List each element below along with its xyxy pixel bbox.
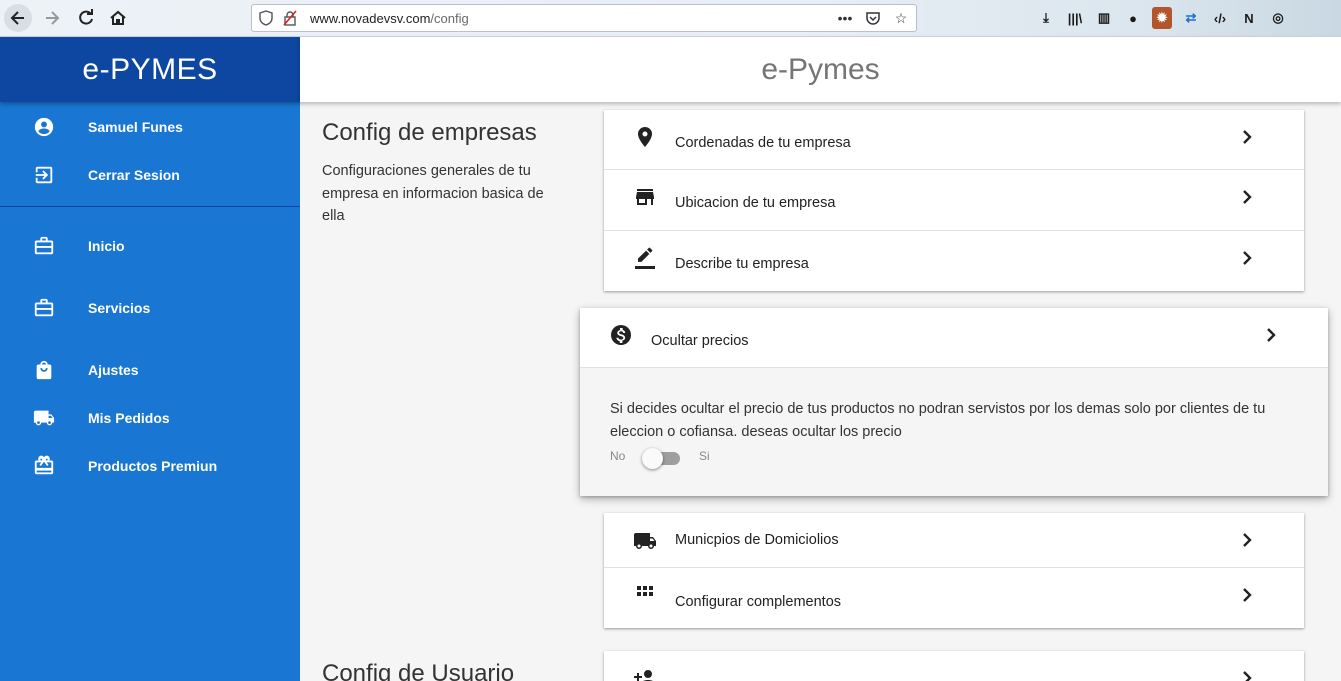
sidebar-item-label: Inicio	[88, 238, 125, 254]
download-icon[interactable]: ⤓	[1036, 7, 1056, 29]
arrow-right-icon	[46, 11, 60, 25]
sidebar-item-inicio[interactable]: Inicio	[0, 226, 300, 266]
insecure-lock-icon[interactable]	[282, 10, 298, 26]
sidebar-divider	[0, 206, 300, 207]
grid-icon	[632, 581, 658, 607]
chevron-right-icon	[1240, 671, 1254, 681]
sidebar-item-label: Productos Premiun	[88, 458, 218, 474]
list-item-describe[interactable]: Describe tu empresa	[604, 231, 1304, 291]
user-section-title: Config de Usuario	[322, 660, 515, 681]
company-settings-card: Cordenadas de tu empresa Ubicacion de tu…	[604, 110, 1304, 291]
library-icon[interactable]: |||\	[1065, 7, 1085, 29]
sidebar-item-label: Samuel Funes	[88, 119, 183, 135]
account-icon[interactable]: ●	[1123, 7, 1143, 29]
company-section-title: Config de empresas	[322, 119, 537, 146]
extension-icon[interactable]: ✹	[1152, 7, 1172, 29]
reload-button[interactable]	[72, 4, 100, 32]
list-item-complementos[interactable]: Configurar complementos	[604, 568, 1304, 628]
page-title: e-Pymes	[761, 52, 880, 86]
sidebar-header: e-PYMES	[0, 37, 300, 102]
url-text[interactable]: www.novadevsv.com/config	[310, 11, 469, 26]
sidebar-item-ajustes[interactable]: Ajustes	[0, 350, 300, 390]
list-item-label: Municpios de Domiciolios	[675, 532, 839, 548]
chevron-right-icon	[1240, 588, 1254, 602]
list-item-label: Ubicacion de tu empresa	[675, 195, 836, 211]
account-circle-icon	[32, 115, 56, 139]
brand-logo-text: e-PYMES	[82, 52, 218, 86]
shield-icon[interactable]	[258, 10, 274, 26]
truck-icon	[632, 528, 658, 554]
list-item-label: Describe tu empresa	[675, 256, 809, 272]
hide-prices-panel: Ocultar precios Si decides ocultar el pr…	[580, 308, 1328, 496]
dollar-circle-icon	[608, 322, 634, 348]
address-bar[interactable]: www.novadevsv.com/config ••• ☆	[251, 4, 917, 32]
sidebar-item-label: Ajustes	[88, 362, 139, 378]
translate-icon[interactable]: ⇄	[1181, 7, 1201, 29]
company-section-description: Configuraciones generales de tu empresa …	[322, 163, 544, 224]
list-item-municipios[interactable]: Municpios de Domiciolios	[604, 513, 1304, 568]
sidebar-item-label: Mis Pedidos	[88, 410, 170, 426]
forward-button[interactable]	[38, 4, 66, 32]
sidebar-item-productos-premiun[interactable]: Productos Premiun	[0, 446, 300, 486]
logout-icon	[32, 163, 56, 187]
edit-pencil-icon	[632, 245, 658, 271]
bookmark-star-icon[interactable]: ☆	[892, 9, 910, 27]
hide-prices-toggle-row: No Si	[610, 448, 810, 469]
sidebar-item-logout[interactable]: Cerrar Sesion	[0, 155, 300, 195]
list-item-label: Cordenadas de tu empresa	[675, 135, 851, 151]
browser-toolbar: www.novadevsv.com/config ••• ☆ ⤓ |||\ ▥ …	[0, 0, 1341, 37]
url-path: /config	[430, 11, 469, 26]
notion-icon[interactable]: N	[1239, 7, 1259, 29]
toggle-off-label: No	[610, 449, 626, 463]
sidebar: e-PYMES Samuel Funes Cerrar Sesion Inici…	[0, 37, 300, 681]
hide-prices-label: Ocultar precios	[651, 333, 749, 349]
chevron-right-icon	[1240, 190, 1254, 204]
reload-icon	[79, 9, 93, 25]
url-host: www.novadevsv.com	[310, 11, 431, 26]
chevron-right-icon	[1240, 130, 1254, 144]
app-bar: e-Pymes	[300, 37, 1341, 102]
arrow-left-icon	[10, 11, 24, 25]
hide-prices-description: Si decides ocultar el precio de tus prod…	[610, 401, 1266, 440]
list-item-cordenadas[interactable]: Cordenadas de tu empresa	[604, 110, 1304, 170]
person-add-icon	[632, 665, 658, 681]
user-settings-card	[604, 651, 1304, 681]
chevron-right-icon	[1240, 251, 1254, 265]
sidebar-item-label: Cerrar Sesion	[88, 167, 180, 183]
shopping-bag-icon	[32, 358, 56, 382]
store-icon	[632, 184, 658, 210]
location-pin-icon	[632, 124, 658, 150]
more-actions-icon[interactable]: •••	[836, 9, 854, 27]
sidebar-item-user[interactable]: Samuel Funes	[0, 107, 300, 147]
home-button[interactable]	[104, 4, 132, 32]
list-item-ubicacion[interactable]: Ubicacion de tu empresa	[604, 170, 1304, 231]
truck-icon	[32, 406, 56, 430]
briefcase-icon	[32, 296, 56, 320]
toggle-on-label: Si	[699, 449, 710, 463]
sidebar-item-mis-pedidos[interactable]: Mis Pedidos	[0, 398, 300, 438]
briefcase-icon	[32, 234, 56, 258]
pocket-icon[interactable]	[864, 9, 882, 27]
back-button[interactable]	[4, 4, 32, 32]
delivery-settings-card: Municpios de Domiciolios Configurar comp…	[604, 513, 1304, 628]
chevron-right-icon	[1264, 328, 1278, 342]
sidebar-item-label: Servicios	[88, 300, 151, 316]
list-item-label: Configurar complementos	[675, 594, 842, 610]
sidebar-item-servicios[interactable]: Servicios	[0, 288, 300, 328]
home-icon	[110, 10, 126, 25]
dev-tools-icon[interactable]: ‹/›	[1210, 7, 1230, 29]
list-item-user-first[interactable]	[604, 651, 1304, 681]
toggle-thumb[interactable]	[642, 448, 663, 469]
reader-view-icon[interactable]: ▥	[1094, 7, 1114, 29]
gift-card-icon	[32, 454, 56, 478]
hide-prices-header[interactable]: Ocultar precios	[580, 308, 1328, 368]
chevron-right-icon	[1240, 533, 1254, 547]
menu-extension-icon[interactable]: ◎	[1268, 7, 1288, 29]
